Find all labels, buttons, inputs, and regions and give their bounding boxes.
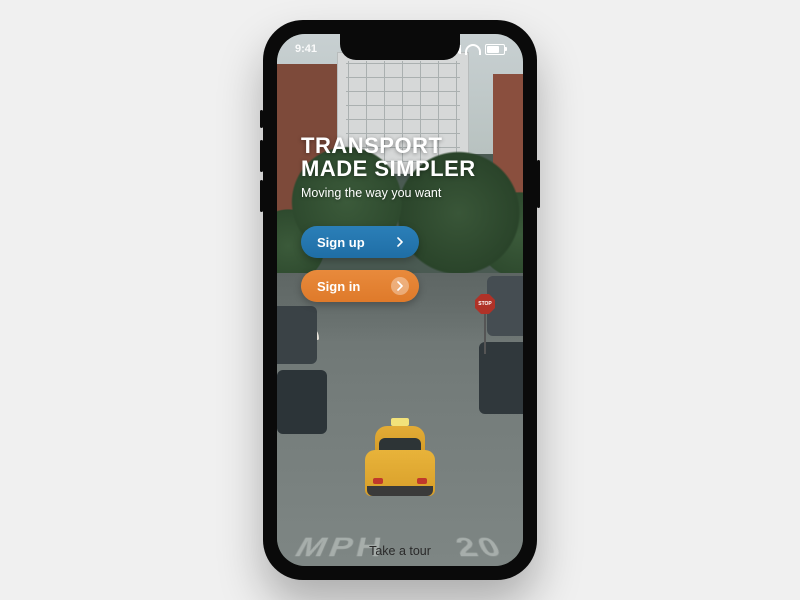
- battery-icon: [485, 44, 505, 55]
- sign-in-label: Sign in: [317, 279, 391, 294]
- status-time: 9:41: [295, 43, 317, 55]
- volume-up-button: [260, 140, 263, 172]
- take-a-tour-link[interactable]: Take a tour: [277, 544, 523, 558]
- phone-frame: MPH 20 STOP: [263, 20, 537, 580]
- volume-down-button: [260, 180, 263, 212]
- sign-up-label: Sign up: [317, 235, 391, 250]
- hero-content: TRANSPORT MADE SIMPLER Moving the way yo…: [277, 34, 523, 566]
- power-button: [537, 160, 540, 208]
- screen: MPH 20 STOP: [277, 34, 523, 566]
- wifi-icon: [465, 44, 481, 55]
- sign-up-button[interactable]: Sign up: [301, 226, 419, 258]
- stage: MPH 20 STOP: [0, 0, 800, 600]
- chevron-right-icon: [391, 233, 409, 251]
- silent-switch: [260, 110, 263, 128]
- take-a-tour-label: Take a tour: [369, 544, 431, 558]
- sign-in-button[interactable]: Sign in: [301, 270, 419, 302]
- headline: TRANSPORT MADE SIMPLER: [301, 134, 499, 180]
- notch: [340, 34, 460, 60]
- chevron-right-icon: [391, 277, 409, 295]
- auth-buttons: Sign up Sign in: [301, 226, 419, 302]
- tagline: Moving the way you want: [301, 186, 499, 200]
